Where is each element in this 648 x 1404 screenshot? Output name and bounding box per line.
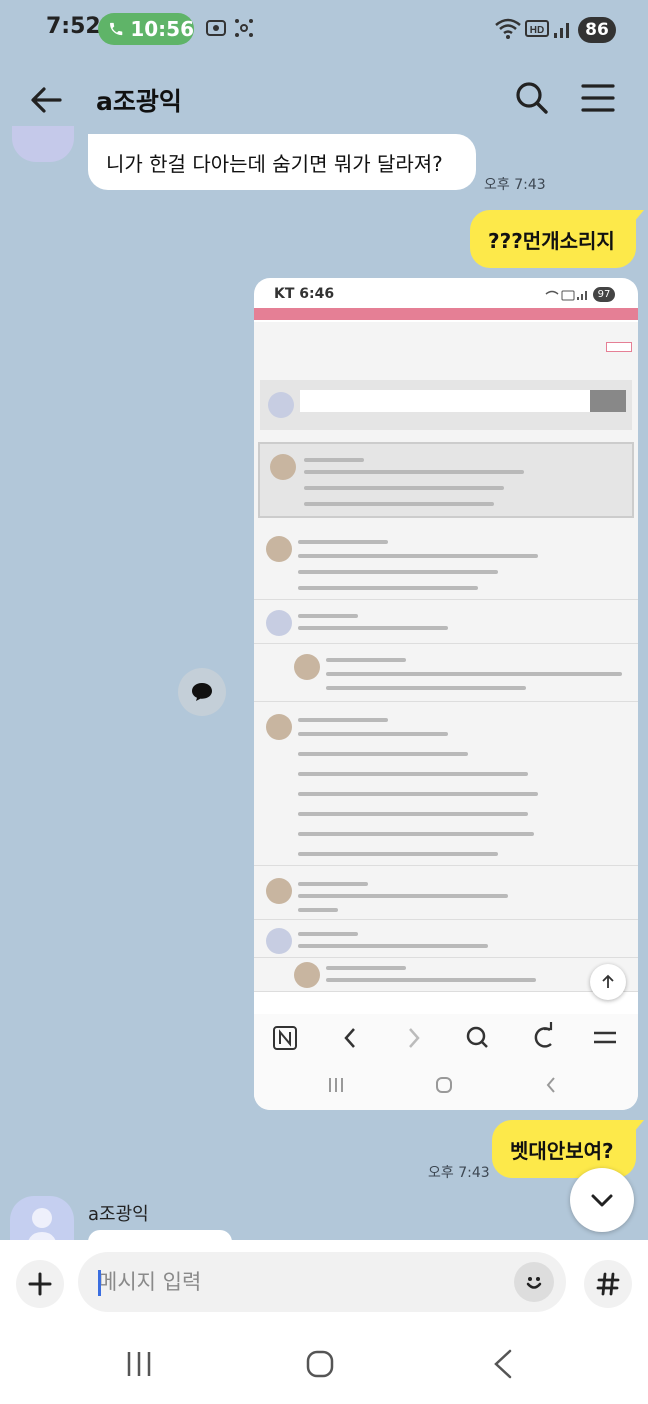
- image-text-line: [326, 658, 406, 662]
- hd-icon: HD: [525, 20, 549, 37]
- image-comment-row: [254, 604, 638, 644]
- image-status-time: KT 6:46: [274, 286, 335, 302]
- image-comment-input: [260, 380, 632, 430]
- image-text-line: [298, 792, 538, 796]
- image-avatar: [266, 714, 292, 740]
- image-text-line: [298, 908, 338, 912]
- battery-indicator: 86: [578, 17, 616, 43]
- image-comment-row: [254, 528, 638, 600]
- image-text-line: [326, 966, 406, 970]
- image-text-line: [298, 772, 528, 776]
- system-navigation-bar: [0, 1324, 648, 1404]
- sent-message[interactable]: ???먼개소리지: [470, 210, 644, 268]
- image-text-line: [298, 554, 538, 558]
- phone-icon: [110, 22, 123, 36]
- chevron-down-icon[interactable]: [570, 1168, 634, 1232]
- image-text-line: [298, 586, 478, 590]
- image-avatar: [294, 962, 320, 988]
- message-time: 오후 7:43: [484, 177, 546, 193]
- home-icon[interactable]: [304, 1348, 336, 1380]
- image-avatar: [294, 654, 320, 680]
- image-browser-nav: [254, 1014, 638, 1110]
- image-reply-row: [254, 960, 638, 992]
- image-avatar: [266, 610, 292, 636]
- shared-screenshot-image[interactable]: KT 6:46 97: [254, 278, 638, 1110]
- sent-message[interactable]: 벳대안보여?: [492, 1120, 644, 1178]
- image-avatar: [266, 536, 292, 562]
- back-nav-icon[interactable]: [490, 1348, 516, 1380]
- avatar[interactable]: [12, 126, 74, 162]
- image-text-line: [298, 944, 488, 948]
- status-time: 7:52: [46, 14, 101, 39]
- image-comment-row: [254, 706, 638, 866]
- recent-apps-icon[interactable]: [124, 1350, 154, 1378]
- sender-name: a조광익: [88, 1204, 149, 1225]
- image-text-line: [326, 978, 536, 982]
- image-text-line: [298, 626, 448, 630]
- image-text-line: [298, 614, 358, 618]
- image-input-box: [300, 390, 590, 412]
- image-avatar: [268, 392, 294, 418]
- image-comment-row: [254, 870, 638, 920]
- image-text-line: [298, 894, 508, 898]
- image-status-icons: [545, 290, 587, 301]
- hamburger-menu-icon[interactable]: [580, 80, 616, 116]
- image-text-line: [298, 832, 534, 836]
- message-input[interactable]: [78, 1252, 566, 1312]
- image-best-comment: [258, 442, 634, 518]
- image-comment-row: [254, 924, 638, 958]
- image-text-line: [298, 752, 468, 756]
- text-caret: [98, 1270, 101, 1296]
- chat-title: a조광익: [96, 87, 182, 116]
- image-text-line: [298, 882, 368, 886]
- image-text-line: [304, 470, 524, 474]
- image-avatar: [266, 878, 292, 904]
- image-text-line: [326, 686, 526, 690]
- comment-icon[interactable]: [178, 668, 226, 716]
- signal-icon: [554, 23, 569, 38]
- image-submit-button: [590, 390, 626, 412]
- image-avatar: [266, 928, 292, 954]
- image-text-line: [298, 718, 388, 722]
- image-text-line: [304, 502, 494, 506]
- message-time: 오후 7:43: [428, 1165, 490, 1181]
- back-arrow-icon[interactable]: [26, 80, 66, 120]
- image-text-line: [304, 458, 364, 462]
- hash-icon[interactable]: [584, 1260, 632, 1308]
- svg-text:HD: HD: [530, 25, 544, 36]
- message-input-bar: [0, 1240, 648, 1324]
- wifi-icon: [495, 18, 521, 39]
- image-text-line: [298, 732, 448, 736]
- image-small-button: [606, 342, 632, 352]
- status-bar: 7:52 10:56 HD 86: [0, 0, 648, 62]
- image-status-bar: KT 6:46 97: [254, 278, 638, 312]
- search-icon[interactable]: [512, 78, 552, 118]
- call-duration: 10:56: [130, 17, 194, 41]
- image-text-line: [298, 932, 358, 936]
- emoji-icon[interactable]: [514, 1262, 554, 1302]
- image-text-line: [326, 672, 622, 676]
- screen-record-icon: [206, 20, 226, 36]
- image-text-line: [298, 540, 388, 544]
- image-scroll-up-icon: [590, 964, 626, 1000]
- image-text-line: [298, 852, 498, 856]
- plus-icon[interactable]: [16, 1260, 64, 1308]
- image-avatar: [270, 454, 296, 480]
- image-pink-bar: [254, 308, 638, 320]
- network-nodes-icon: [235, 19, 253, 37]
- image-text-line: [298, 812, 528, 816]
- image-reply-row: [254, 646, 638, 702]
- chat-header: a조광익: [0, 62, 648, 136]
- image-battery: 97: [593, 287, 615, 302]
- image-comment-page: [254, 322, 638, 992]
- image-text-line: [304, 486, 504, 490]
- image-browser-toolbar-icons: [273, 1022, 616, 1093]
- image-text-line: [298, 570, 498, 574]
- received-message[interactable]: 니가 한걸 다아는데 숨기면 뭐가 달라져?: [88, 134, 476, 190]
- ongoing-call-pill[interactable]: 10:56: [98, 13, 194, 45]
